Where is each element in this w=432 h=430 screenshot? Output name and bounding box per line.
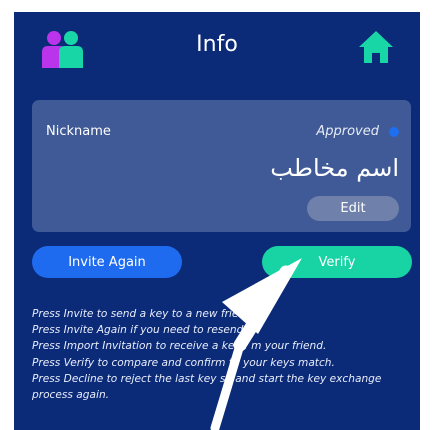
- home-icon[interactable]: [358, 30, 394, 64]
- instruction-line: Press Invite Again if you need to resend…: [32, 324, 254, 337]
- instruction-line: Press Verify to compare and confirm th y…: [32, 356, 335, 369]
- instruction-line: Press Invite to send a key to a new frie: [32, 308, 239, 320]
- header-bar: Info: [14, 12, 420, 82]
- nickname-label: Nickname: [46, 124, 111, 139]
- contact-nickname[interactable]: اسم مخاطب: [270, 154, 399, 182]
- approval-status-text: Approved: [316, 124, 379, 139]
- app-screen: Info Nickname Approved اسم مخاطب Edit In…: [14, 12, 420, 430]
- approval-status: Approved: [316, 124, 399, 139]
- instructions-text: Press Invite to send a key to a new frie…: [32, 306, 412, 403]
- instruction-line: Press Decline to reject the last key se …: [32, 372, 382, 385]
- status-dot-icon: [389, 126, 399, 137]
- edit-button[interactable]: Edit: [307, 196, 399, 221]
- verify-button[interactable]: Verify: [262, 246, 412, 278]
- instruction-line: Press Import Invitation to receive a key…: [32, 340, 327, 353]
- invite-again-button[interactable]: Invite Again: [32, 246, 182, 278]
- contact-card: Nickname Approved اسم مخاطب Edit: [32, 100, 411, 232]
- instruction-line: process again.: [32, 389, 110, 402]
